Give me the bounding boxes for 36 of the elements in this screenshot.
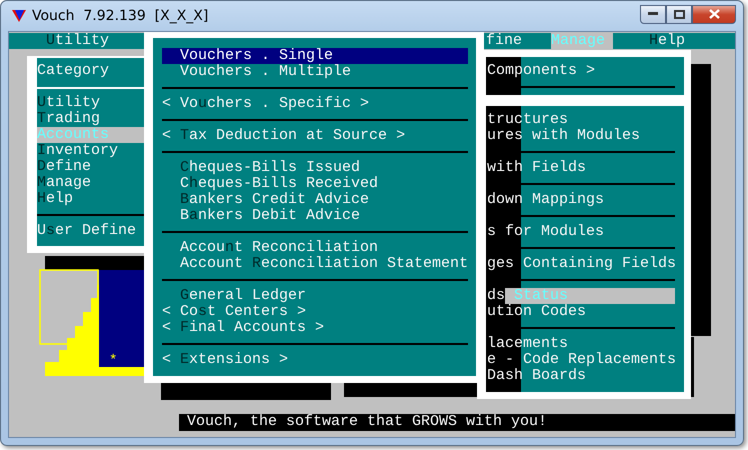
- menu-item[interactable]: < Tax Deduction at Source >: [162, 128, 468, 144]
- menu-item[interactable]: < Extensions >: [162, 352, 468, 368]
- menu-item[interactable]: down Mappings: [487, 192, 675, 208]
- minimize-icon: [648, 12, 658, 16]
- menu-item[interactable]: Account Reconciliation: [162, 240, 468, 256]
- menu-item[interactable]: Bankers Debit Advice: [162, 208, 468, 224]
- close-icon: [708, 9, 720, 19]
- menu-item[interactable]: Dash Boards: [487, 368, 675, 384]
- close-button[interactable]: [692, 4, 736, 24]
- menu-item[interactable]: with Fields: [487, 160, 675, 176]
- menu-item[interactable]: < Cost Centers >: [162, 304, 468, 320]
- asterisk-mark: *: [109, 353, 118, 369]
- minimize-button[interactable]: [640, 4, 666, 24]
- menu-item[interactable]: lacements: [487, 336, 675, 352]
- status-bar: Vouch, the software that GROWS with you!: [179, 414, 735, 431]
- menu-item[interactable]: Cheques-Bills Received: [162, 176, 468, 192]
- menu-item[interactable]: Vouchers . Multiple: [162, 64, 468, 80]
- menu-item[interactable]: < Vouchers . Specific >: [162, 96, 468, 112]
- panel-heading: Category: [37, 63, 110, 79]
- menu-item[interactable]: ds: [487, 288, 506, 304]
- menu-item[interactable]: Bankers Credit Advice: [162, 192, 468, 208]
- menu-item[interactable]: Account Reconciliation Statement: [162, 256, 468, 272]
- menu-item[interactable]: ution Codes: [487, 304, 675, 320]
- menu-item[interactable]: s for Modules: [487, 224, 675, 240]
- menu-item[interactable]: ges Containing Fields: [487, 256, 675, 272]
- menu-item[interactable]: ures with Modules: [487, 128, 675, 144]
- menu-item[interactable]: e - Code Replacements: [487, 352, 675, 368]
- app-logo-icon: [12, 9, 26, 23]
- menu-item[interactable]: General Ledger: [162, 288, 468, 304]
- menu-item[interactable]: < Final Accounts >: [162, 320, 468, 336]
- menu-item[interactable]: tructures: [487, 112, 675, 128]
- maximize-button[interactable]: [666, 4, 692, 24]
- menu-item[interactable]: Vouchers . Single: [162, 48, 468, 64]
- maximize-icon: [674, 10, 684, 18]
- menu-item[interactable]: Cheques-Bills Issued: [162, 160, 468, 176]
- window-title: Vouch 7.92.139 [X_X_X]: [32, 8, 208, 24]
